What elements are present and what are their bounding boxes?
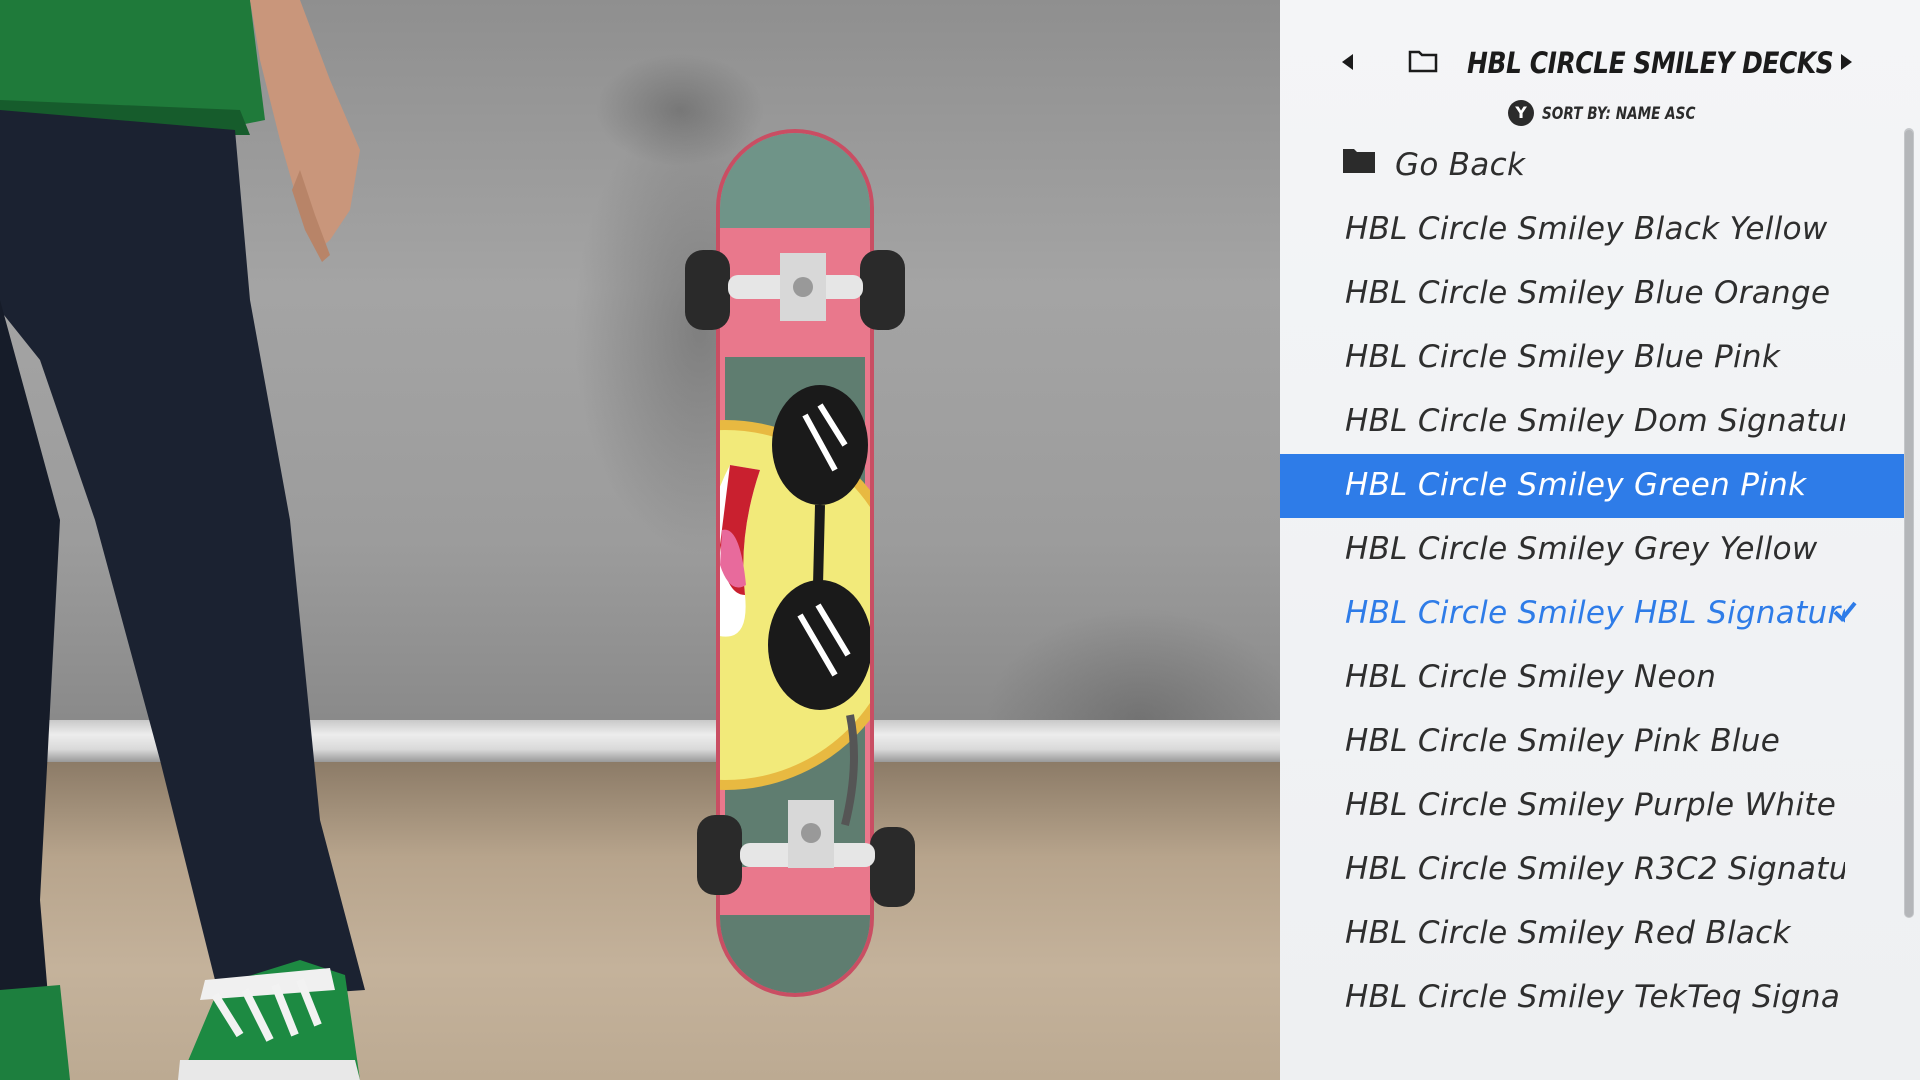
deck-item-label: HBL Circle Smiley HBL Signature	[1345, 595, 1845, 631]
skate-scene-viewport	[0, 0, 1280, 1080]
folder-icon	[1408, 50, 1438, 73]
checkmark-icon	[1833, 601, 1857, 622]
deck-item-label: HBL Circle Smiley Neon	[1345, 659, 1717, 695]
deck-list-item[interactable]: HBL Circle Smiley Dom Signatur	[1280, 390, 1904, 454]
deck-item-label: HBL Circle Smiley R3C2 Signatu	[1345, 851, 1845, 887]
deck-item-label: HBL Circle Smiley Blue Orange	[1345, 275, 1831, 311]
go-back-item[interactable]: Go Back	[1280, 134, 1904, 198]
deck-list-item[interactable]: HBL Circle Smiley Purple White	[1280, 774, 1904, 838]
deck-list-item[interactable]: HBL Circle Smiley Black Yellow	[1280, 198, 1904, 262]
deck-list-item[interactable]: HBL Circle Smiley Blue Pink	[1280, 326, 1904, 390]
deck-item-label: HBL Circle Smiley Purple White	[1345, 787, 1837, 823]
deck-list-item[interactable]: HBL Circle Smiley Grey Yellow	[1280, 518, 1904, 582]
list-scrollbar[interactable]	[1904, 128, 1914, 918]
deck-list-item[interactable]: HBL Circle Smiley Neon	[1280, 646, 1904, 710]
deck-selection-panel: HBL CIRCLE SMILEY DECKS Y SORT BY: NAME …	[1280, 0, 1920, 1080]
deck-item-label: HBL Circle Smiley Pink Blue	[1345, 723, 1781, 759]
deck-list-item[interactable]: HBL Circle Smiley Blue Orange	[1280, 262, 1904, 326]
deck-list-item[interactable]: HBL Circle Smiley Pink Blue	[1280, 710, 1904, 774]
deck-list-item[interactable]: HBL Circle Smiley HBL Signature	[1280, 582, 1904, 646]
category-header: HBL CIRCLE SMILEY DECKS	[1280, 40, 1920, 90]
skater-character	[0, 0, 365, 1080]
y-button-icon[interactable]: Y	[1508, 100, 1534, 126]
deck-list-item[interactable]: HBL Circle Smiley R3C2 Signatu	[1280, 838, 1904, 902]
deck-list-item[interactable]: HBL Circle Smiley Green Pink	[1280, 454, 1904, 518]
go-back-label: Go Back	[1395, 147, 1526, 183]
deck-item-label: HBL Circle Smiley Blue Pink	[1345, 339, 1781, 375]
deck-item-label: HBL Circle Smiley Dom Signatur	[1345, 403, 1845, 439]
sort-label: SORT BY: NAME ASC	[1542, 104, 1696, 124]
deck-list-item[interactable]: HBL Circle Smiley TekTeq Signa	[1280, 966, 1904, 1030]
deck-item-label: HBL Circle Smiley Red Black	[1345, 915, 1791, 951]
deck-list: Go Back HBL Circle Smiley Black Yellow HB…	[1280, 134, 1904, 1030]
scrollbar-thumb[interactable]	[1905, 130, 1913, 917]
arrow-left-icon[interactable]	[1342, 54, 1353, 70]
folder-icon	[1343, 149, 1375, 173]
deck-item-label: HBL Circle Smiley Grey Yellow	[1345, 531, 1818, 567]
deck-list-item[interactable]: HBL Circle Smiley Red Black	[1280, 902, 1904, 966]
category-title: HBL CIRCLE SMILEY DECKS	[1467, 46, 1834, 80]
deck-item-label: HBL Circle Smiley Green Pink	[1345, 467, 1807, 503]
skateboard-deck-preview	[685, 129, 915, 997]
arrow-right-icon[interactable]	[1841, 54, 1852, 70]
deck-item-label: HBL Circle Smiley TekTeq Signa	[1345, 979, 1841, 1015]
deck-item-label: HBL Circle Smiley Black Yellow	[1345, 211, 1828, 247]
